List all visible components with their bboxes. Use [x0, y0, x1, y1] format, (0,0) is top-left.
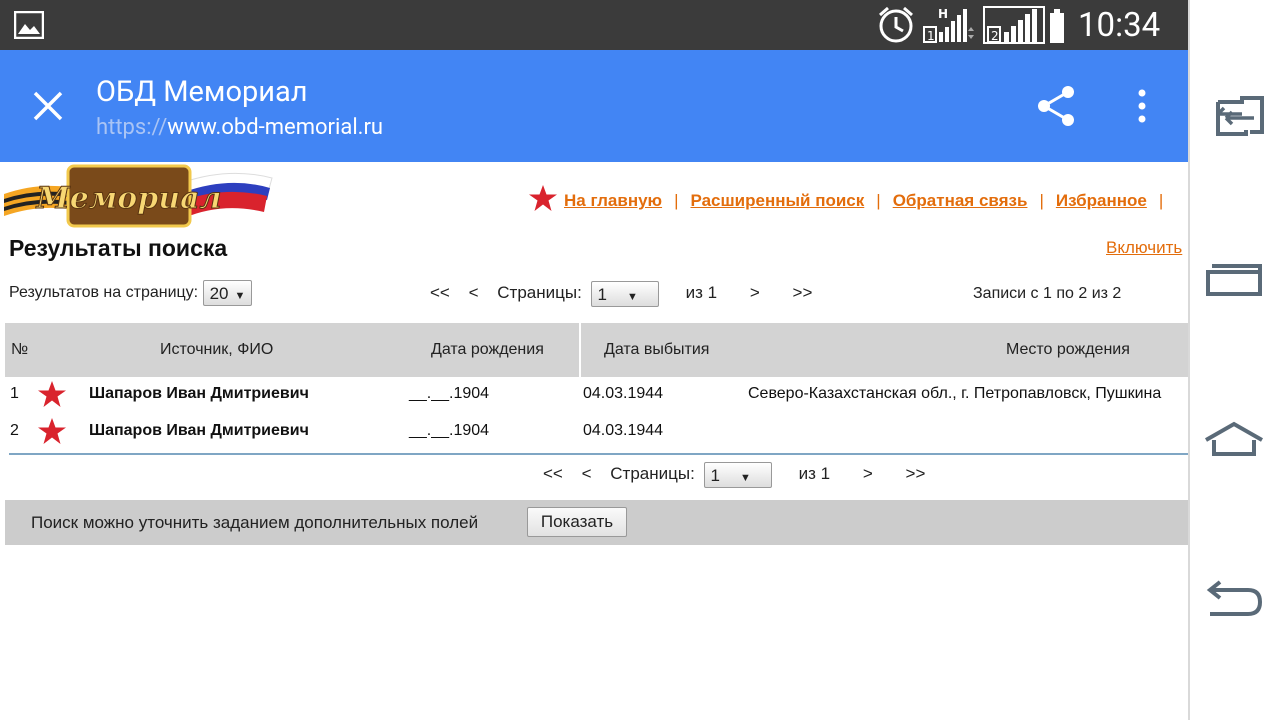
per-page-select[interactable]: 20 ▼ — [202, 280, 253, 306]
results-per-page: Результатов на страницу: 20 ▼ — [9, 280, 253, 306]
row-birth: __.__.1904 — [409, 385, 490, 402]
dual-window-icon[interactable] — [1202, 256, 1266, 302]
navigation-bar — [1188, 0, 1280, 720]
star-icon — [37, 380, 67, 416]
pager-prev[interactable]: < — [469, 283, 479, 302]
results-heading: Результаты поиска — [9, 235, 228, 261]
separator: | — [674, 191, 679, 210]
refine-search-bar: Поиск можно уточнить заданием дополнител… — [5, 500, 1188, 545]
svg-text:Мемориал: Мемориал — [35, 181, 221, 216]
enable-link[interactable]: Включить — [1106, 238, 1182, 258]
separator: | — [876, 191, 881, 210]
top-navigation: На главную | Расширенный поиск | Обратная св… — [528, 184, 1175, 212]
page-value: 1 — [710, 466, 721, 485]
per-page-value: 20 — [209, 284, 229, 303]
pager-next[interactable]: > — [863, 464, 873, 483]
svg-text:1: 1 — [927, 29, 935, 43]
col-number: № — [11, 341, 29, 358]
dropdown-arrow-icon: ▼ — [234, 290, 246, 302]
refine-text: Поиск можно уточнить заданием дополнител… — [31, 513, 479, 532]
col-birth-place: Место рождения — [1006, 341, 1130, 358]
pager-first[interactable]: << — [543, 464, 563, 483]
web-content: Мемориал На главную | Расширенный поиск | Об… — [0, 162, 1188, 720]
page-url: https://www.obd-memorial.ru — [96, 114, 383, 142]
signal-sim1-icon: 1 H — [923, 7, 974, 43]
status-bar: 1 H 2 10:34 — [0, 0, 1188, 50]
dropdown-arrow-icon: ▼ — [740, 472, 751, 484]
row-name[interactable]: Шапаров Иван Дмитриевич — [89, 376, 309, 412]
link-home[interactable]: На главную — [564, 191, 662, 210]
row-number: 2 — [10, 422, 19, 439]
table-divider — [9, 453, 1188, 455]
separator: | — [1158, 191, 1164, 210]
memorial-logo[interactable]: Мемориал — [4, 162, 274, 230]
pager-of: из 1 — [798, 464, 831, 484]
clock: 10:34 — [1078, 6, 1161, 45]
recent-switch-icon[interactable] — [1202, 94, 1266, 140]
home-icon[interactable] — [1202, 418, 1266, 464]
dropdown-arrow-icon: ▼ — [627, 291, 638, 303]
gallery-notification-icon — [14, 11, 44, 39]
row-leave: 04.03.1944 — [583, 422, 664, 439]
svg-text:H: H — [938, 7, 948, 21]
pager-label: Страницы: — [610, 464, 695, 484]
url-host: www.obd-memorial.ru — [167, 115, 384, 140]
table-row[interactable]: 2 Шапаров Иван Дмитриевич __.__.1904 04.… — [5, 413, 1188, 449]
link-feedback[interactable]: Обратная связь — [893, 191, 1028, 210]
share-icon[interactable] — [1036, 85, 1076, 127]
page-select[interactable]: 1 ▼ — [590, 281, 659, 307]
table-row[interactable]: 1 Шапаров Иван Дмитриевич __.__.1904 04.… — [5, 376, 1188, 412]
link-advanced-search[interactable]: Расширенный поиск — [690, 191, 864, 210]
row-place: Северо-Казахстанская обл., г. Петропавло… — [748, 385, 1162, 402]
row-number: 1 — [10, 385, 19, 402]
col-birth-date: Дата рождения — [431, 341, 544, 358]
page-title: ОБД Мемориал — [96, 75, 308, 109]
battery-icon — [1050, 9, 1064, 43]
close-icon[interactable] — [32, 90, 64, 122]
star-icon — [37, 417, 67, 453]
page-value: 1 — [597, 285, 608, 304]
signal-sim2-icon: 2 — [983, 6, 1045, 44]
pager-next[interactable]: > — [750, 283, 760, 302]
row-leave: 04.03.1944 — [583, 385, 664, 402]
browser-toolbar: ОБД Мемориал https://www.obd-memorial.ru — [0, 50, 1188, 162]
url-scheme: https:// — [96, 115, 168, 140]
row-name[interactable]: Шапаров Иван Дмитриевич — [89, 413, 309, 449]
more-options-icon[interactable] — [1131, 88, 1153, 124]
svg-text:2: 2 — [991, 29, 999, 43]
pager-of: из 1 — [685, 283, 718, 303]
per-page-label: Результатов на страницу: — [9, 284, 199, 302]
pager-last[interactable]: >> — [793, 283, 813, 302]
status-icons: 1 H 2 — [879, 6, 1064, 44]
show-button[interactable]: Показать — [527, 507, 627, 537]
page-select[interactable]: 1 ▼ — [703, 462, 772, 488]
pager-label: Страницы: — [497, 283, 582, 303]
back-icon[interactable] — [1202, 578, 1266, 624]
separator: | — [1039, 191, 1044, 210]
alarm-icon — [879, 6, 913, 43]
pager-prev[interactable]: < — [582, 464, 592, 483]
row-birth: __.__.1904 — [409, 422, 490, 439]
pager-top: << < Страницы: 1 ▼ из 1 > >> — [430, 281, 826, 307]
pager-bottom: << < Страницы: 1 ▼ из 1 > >> — [543, 462, 939, 488]
link-favorites[interactable]: Избранное — [1056, 191, 1147, 210]
table-header: № Источник, ФИО Дата рождения Дата выбыт… — [5, 323, 1188, 377]
col-leave-date: Дата выбытия — [604, 341, 710, 358]
records-count: Записи с 1 по 2 из 2 — [973, 285, 1122, 302]
star-icon — [529, 185, 557, 211]
pager-first[interactable]: << — [430, 283, 450, 302]
col-source-name: Источник, ФИО — [160, 341, 274, 358]
pager-last[interactable]: >> — [906, 464, 926, 483]
